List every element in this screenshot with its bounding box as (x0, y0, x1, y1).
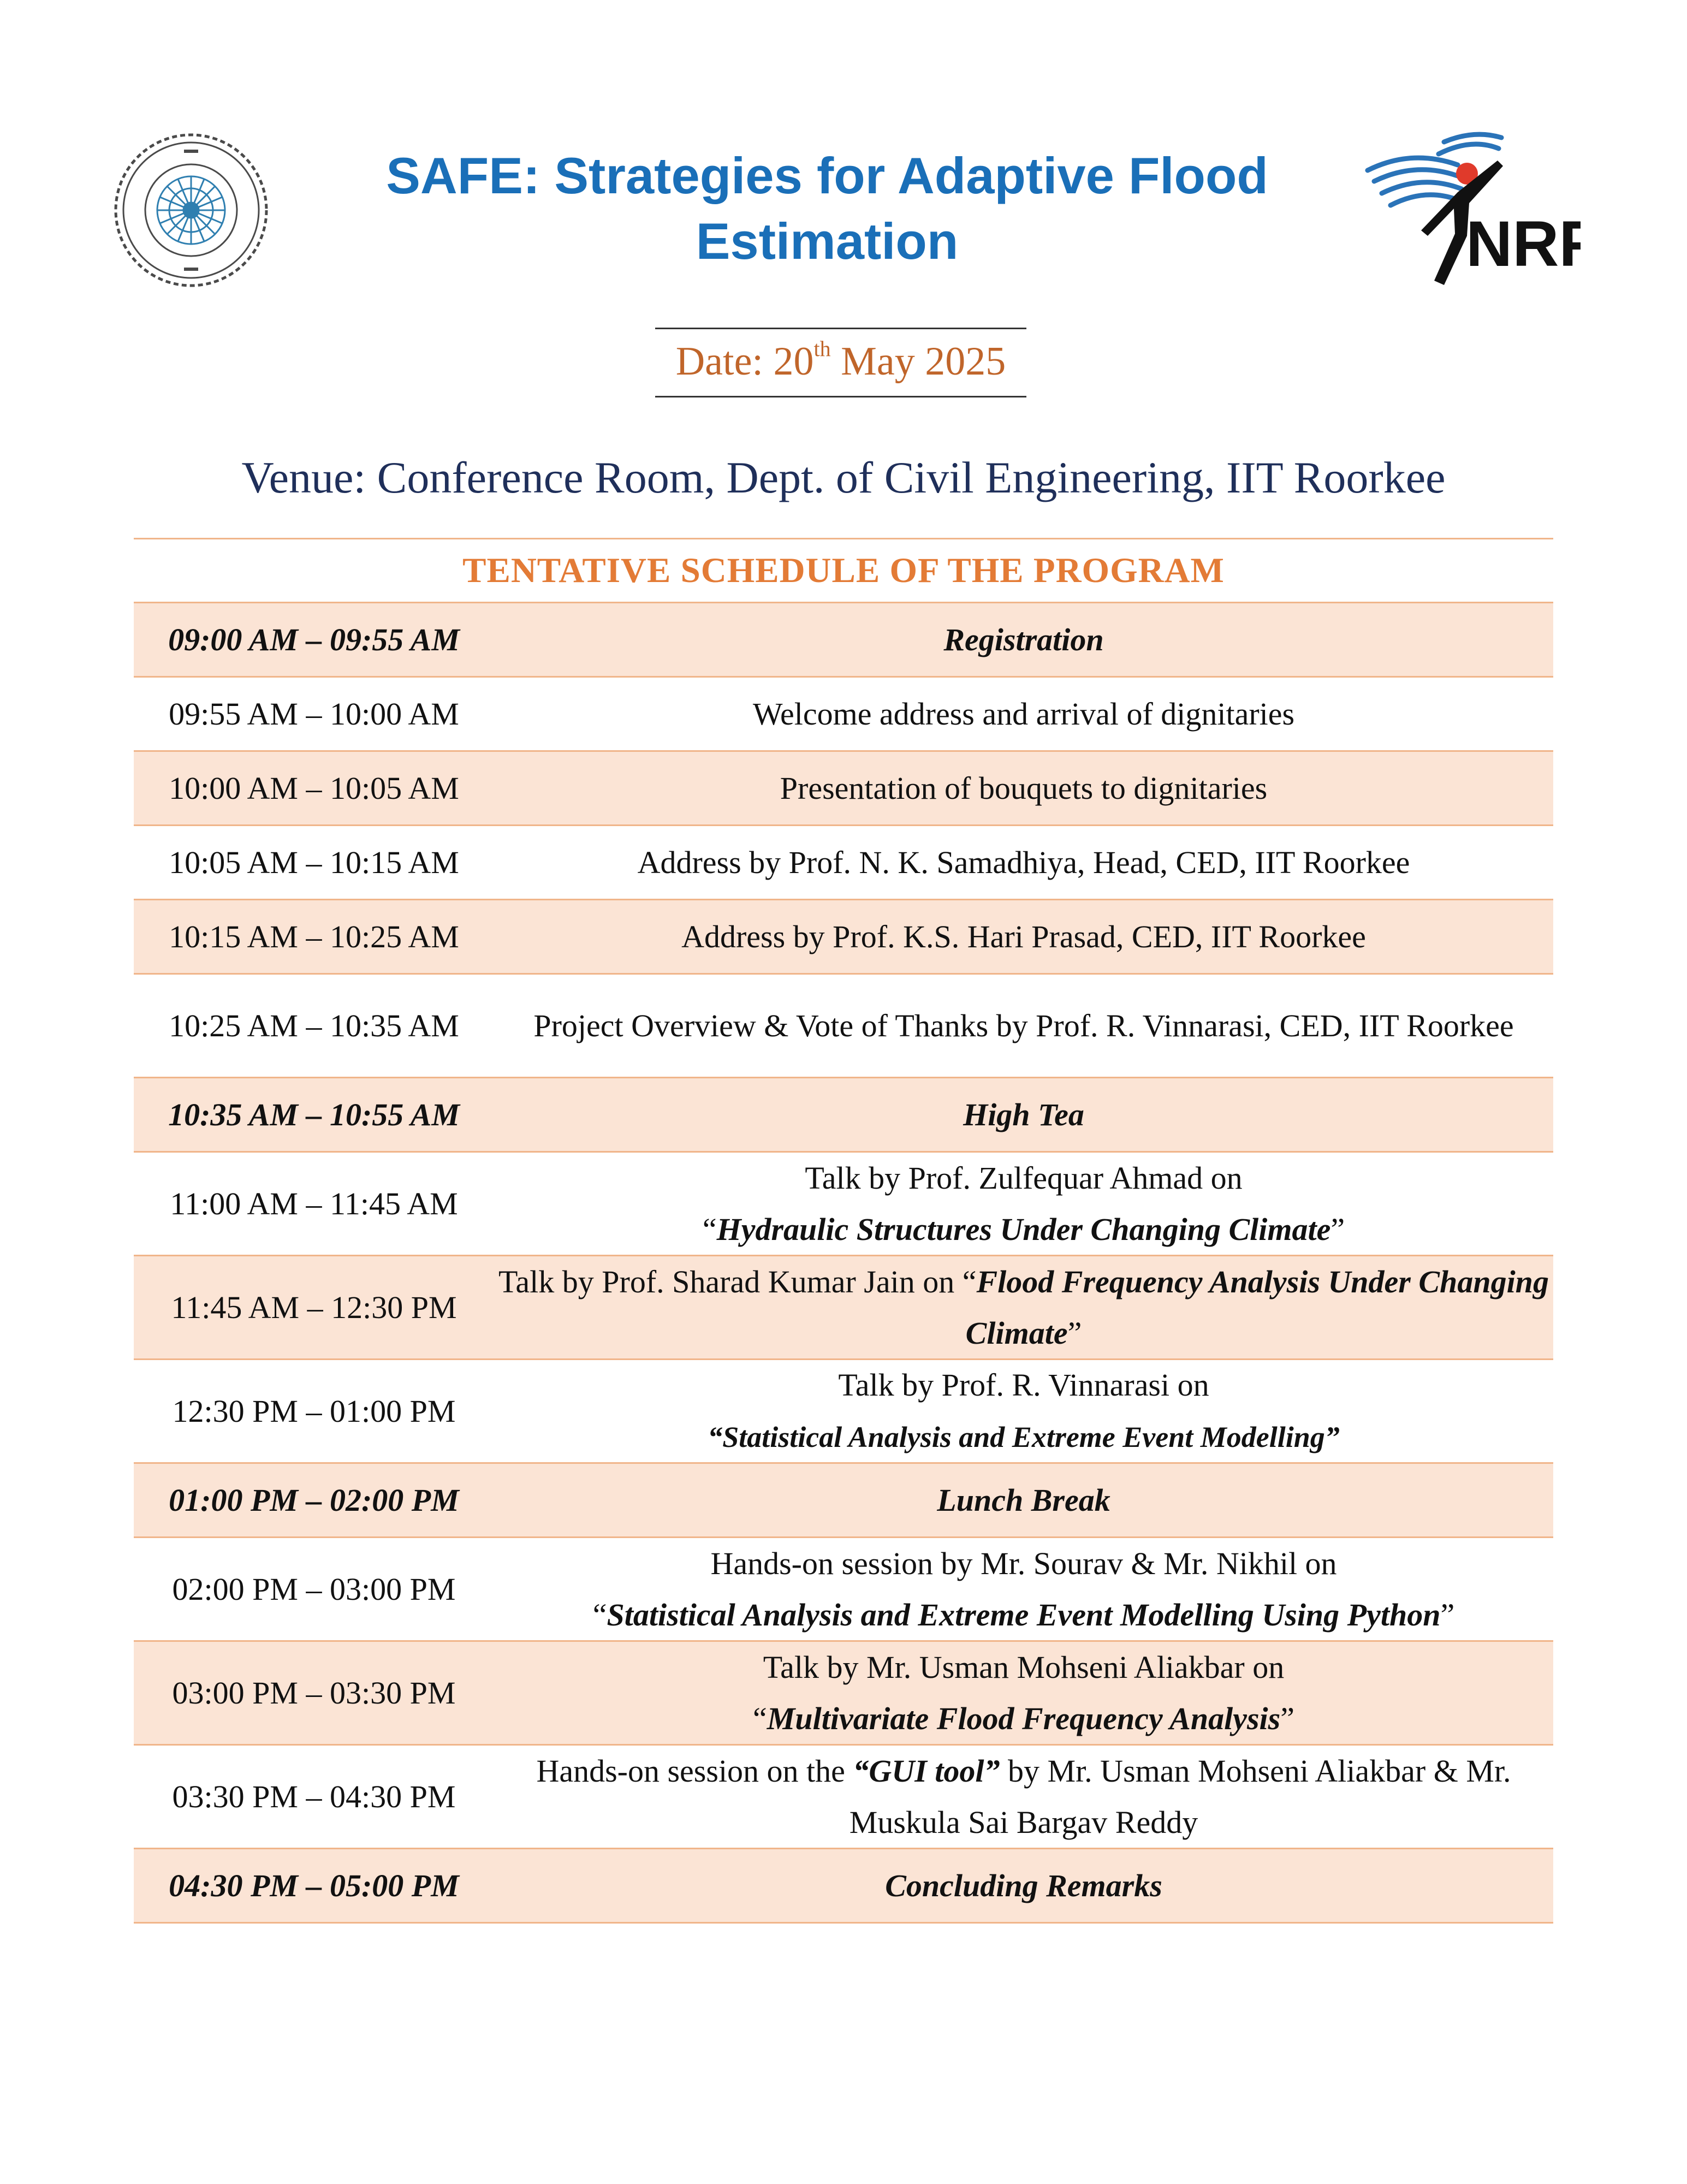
table-row: 10:00 AM – 10:05 AM Presentation of bouq… (134, 752, 1553, 826)
event-cell: Project Overview & Vote of Thanks by Pro… (533, 1007, 1514, 1043)
event-cell: Welcome address and arrival of dignitari… (752, 696, 1295, 732)
table-row: 02:00 PM – 03:00 PM Hands-on session by … (134, 1538, 1553, 1642)
table-row: 10:15 AM – 10:25 AM Address by Prof. K.S… (134, 900, 1553, 975)
iit-roorkee-seal-icon (112, 131, 270, 289)
time-cell: 10:25 AM – 10:35 AM (169, 1007, 459, 1043)
event-venue: Venue: Conference Room, Dept. of Civil E… (241, 453, 1446, 502)
time-cell: 10:00 AM – 10:05 AM (169, 770, 459, 806)
table-row: 10:05 AM – 10:15 AM Address by Prof. N. … (134, 826, 1553, 900)
event-cell: Concluding Remarks (885, 1867, 1162, 1903)
table-row: 11:00 AM – 11:45 AM Talk by Prof. Zulfeq… (134, 1153, 1553, 1256)
time-cell: 11:45 AM – 12:30 PM (171, 1289, 457, 1325)
event-cell: Talk by Mr. Usman Mohseni Aliakbar on “Mu… (753, 1649, 1294, 1736)
time-cell: 03:00 PM – 03:30 PM (172, 1675, 456, 1711)
event-description: Talk by Prof. Zulfequar Ahmad on (805, 1160, 1243, 1196)
time-cell: 10:35 AM – 10:55 AM (168, 1096, 460, 1132)
time-cell: 12:30 PM – 01:00 PM (172, 1393, 456, 1429)
table-row: 09:55 AM – 10:00 AM Welcome address and … (134, 678, 1553, 752)
time-cell: 09:55 AM – 10:00 AM (169, 696, 459, 732)
time-cell: 09:00 AM – 09:55 AM (168, 621, 460, 657)
talk-title: Statistical Analysis and Extreme Event M… (607, 1597, 1441, 1633)
table-row: 01:00 PM – 02:00 PM Lunch Break (134, 1464, 1553, 1538)
table-row: 03:30 PM – 04:30 PM Hands-on session on … (134, 1746, 1553, 1849)
talk-title: Flood Frequency Analysis Under Changing … (965, 1263, 1549, 1351)
event-cell: Hands-on session by Mr. Sourav & Mr. Nik… (592, 1545, 1455, 1633)
event-description: Talk by Prof. R. Vinnarasi on (838, 1367, 1209, 1403)
nrf-logo-text: NRF (1466, 208, 1581, 280)
table-row: 04:30 PM – 05:00 PM Concluding Remarks (134, 1849, 1553, 1924)
event-cell: Talk by Prof. Sharad Kumar Jain on “Floo… (498, 1263, 1549, 1351)
event-cell: Talk by Prof. R. Vinnarasi on “Statistica… (494, 1360, 1553, 1463)
event-cell: Hands-on session on the “GUI tool” by Mr… (494, 1746, 1553, 1848)
table-row: 03:00 PM – 03:30 PM Talk by Mr. Usman Mo… (134, 1642, 1553, 1746)
talk-title: Multivariate Flood Frequency Analysis (767, 1700, 1281, 1736)
time-cell: 10:05 AM – 10:15 AM (169, 844, 459, 880)
nrf-logo-icon: NRF (1362, 127, 1599, 288)
event-cell: Lunch Break (937, 1482, 1110, 1518)
page-title: SAFE: Strategies for Adaptive Flood Esti… (386, 147, 1268, 270)
event-description: Talk by Mr. Usman Mohseni Aliakbar on (763, 1649, 1285, 1685)
event-cell: Address by Prof. K.S. Hari Prasad, CED, … (681, 918, 1366, 954)
event-description: Hands-on session on the (536, 1753, 853, 1789)
time-cell: 02:00 PM – 03:00 PM (172, 1571, 456, 1607)
time-cell: 04:30 PM – 05:00 PM (169, 1867, 459, 1903)
schedule-table: TENTATIVE SCHEDULE OF THE PROGRAM 09:00 … (134, 538, 1553, 1924)
talk-title: Hydraulic Structures Under Changing Clim… (716, 1211, 1331, 1247)
table-row: 09:00 AM – 09:55 AM Registration (134, 603, 1553, 678)
event-cell: High Tea (963, 1096, 1084, 1132)
table-row: 11:45 AM – 12:30 PM Talk by Prof. Sharad… (134, 1256, 1553, 1360)
time-cell: 01:00 PM – 02:00 PM (169, 1482, 459, 1518)
table-row: 10:25 AM – 10:35 AM Project Overview & V… (134, 975, 1553, 1078)
event-description: Hands-on session by Mr. Sourav & Mr. Nik… (710, 1545, 1337, 1581)
schedule-heading: TENTATIVE SCHEDULE OF THE PROGRAM (134, 538, 1553, 603)
talk-title: “Statistical Analysis and Extreme Event … (708, 1421, 1340, 1453)
event-cell: Address by Prof. N. K. Samadhiya, Head, … (637, 844, 1410, 880)
event-cell: Registration (943, 621, 1104, 657)
talk-title: “GUI tool” (853, 1753, 1000, 1789)
event-cell: Talk by Prof. Zulfequar Ahmad on “Hydraul… (702, 1160, 1345, 1247)
table-row: 10:35 AM – 10:55 AM High Tea (134, 1078, 1553, 1153)
time-cell: 03:30 PM – 04:30 PM (172, 1778, 456, 1814)
event-description: Talk by Prof. Sharad Kumar Jain on (498, 1263, 963, 1299)
event-date: Date: 20th May 2025 (655, 328, 1026, 397)
table-row: 12:30 PM – 01:00 PM Talk by Prof. R. Vin… (134, 1360, 1553, 1464)
time-cell: 10:15 AM – 10:25 AM (169, 918, 459, 954)
time-cell: 11:00 AM – 11:45 AM (170, 1185, 458, 1221)
event-cell: Presentation of bouquets to dignitaries (780, 770, 1268, 806)
